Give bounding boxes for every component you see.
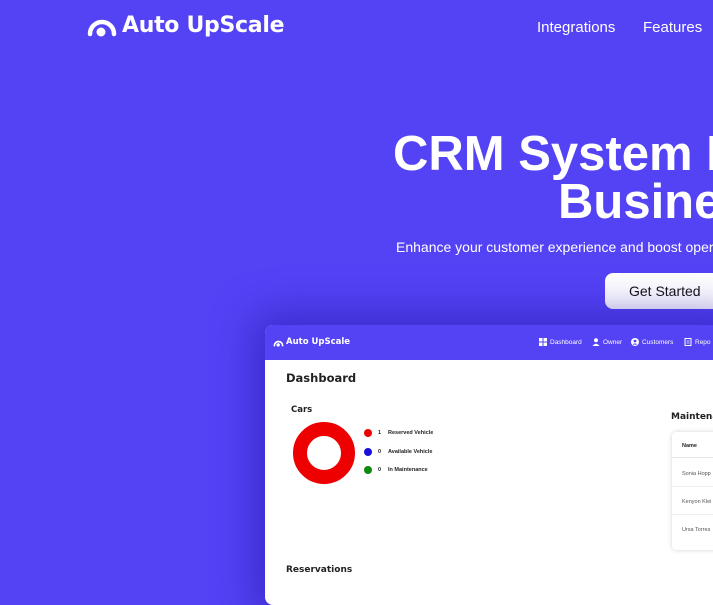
legend-label: Reserved Vehicle bbox=[388, 430, 434, 437]
legend-label: Available Vehicle bbox=[388, 448, 433, 455]
nav-features[interactable]: Features bbox=[643, 19, 702, 36]
preview-nav-customers-label: Customers bbox=[642, 338, 674, 346]
legend-reserved: 1 Reserved Vehicle bbox=[364, 424, 433, 443]
reservations-title: Reservations bbox=[286, 565, 353, 575]
get-started-button[interactable]: Get Started bbox=[605, 273, 713, 309]
divider bbox=[672, 486, 713, 487]
table-row[interactable]: Kenyon Klei bbox=[682, 499, 711, 505]
preview-navbar: Auto UpScale Dashboard Owner Customers R… bbox=[265, 325, 713, 360]
preview-content: Dashboard Cars 1 Reserved Vehicle 0 Avai… bbox=[265, 360, 713, 605]
logo-icon bbox=[87, 19, 117, 37]
report-icon bbox=[684, 338, 692, 346]
brand-name: Auto UpScale bbox=[122, 12, 285, 38]
user-icon bbox=[592, 338, 600, 346]
cars-legend: 1 Reserved Vehicle 0 Available Vehicle 0… bbox=[364, 424, 433, 480]
table-header-name: Name bbox=[682, 443, 697, 449]
hero-subtitle: Enhance your customer experience and boo… bbox=[396, 239, 713, 255]
legend-value: 0 bbox=[378, 448, 382, 455]
legend-value: 0 bbox=[378, 467, 382, 474]
cars-donut-chart bbox=[293, 422, 355, 484]
table-row[interactable]: Sonia Hopp bbox=[682, 471, 711, 477]
preview-nav-dashboard-label: Dashboard bbox=[550, 338, 582, 346]
hero-title: CRM System F Busine bbox=[393, 127, 713, 227]
legend-dot bbox=[364, 466, 372, 475]
divider bbox=[672, 457, 713, 458]
legend-dot bbox=[364, 429, 372, 438]
user-circle-icon bbox=[631, 338, 639, 346]
legend-value: 1 bbox=[378, 430, 382, 437]
preview-brand: Auto UpScale bbox=[286, 337, 351, 347]
donut-slice-reserved-vehicle bbox=[293, 422, 355, 484]
preview-nav-dashboard[interactable]: Dashboard bbox=[539, 338, 582, 346]
dashboard-preview: Auto UpScale Dashboard Owner Customers R… bbox=[265, 325, 713, 605]
legend-maintenance: 0 In Maintenance bbox=[364, 461, 433, 480]
preview-nav-reports[interactable]: Repo bbox=[684, 338, 711, 346]
dashboard-title: Dashboard bbox=[286, 371, 357, 385]
maintenance-title: Maintena bbox=[671, 412, 713, 422]
preview-logo-icon bbox=[273, 340, 284, 347]
hero-title-line1: CRM System F bbox=[393, 127, 713, 181]
table-row[interactable]: Ursa Torres bbox=[682, 527, 710, 533]
legend-label: In Maintenance bbox=[388, 467, 428, 474]
preview-nav-owner-label: Owner bbox=[603, 338, 623, 346]
hero-title-line2: Busine bbox=[558, 175, 713, 229]
legend-dot bbox=[364, 447, 372, 456]
cars-chart-title: Cars bbox=[291, 405, 313, 415]
windows-icon bbox=[539, 338, 547, 346]
brand-logo[interactable]: Auto UpScale bbox=[86, 12, 284, 38]
preview-nav-owner[interactable]: Owner bbox=[592, 338, 622, 346]
nav-integrations[interactable]: Integrations bbox=[537, 19, 615, 36]
maintenance-table: Name Sonia Hopp Kenyon Klei Ursa Torres bbox=[672, 432, 713, 550]
legend-available: 0 Available Vehicle bbox=[364, 443, 433, 462]
preview-nav-reports-label: Repo bbox=[695, 338, 711, 346]
preview-logo: Auto UpScale bbox=[273, 337, 350, 347]
divider bbox=[672, 514, 713, 515]
preview-nav-customers[interactable]: Customers bbox=[631, 338, 673, 346]
